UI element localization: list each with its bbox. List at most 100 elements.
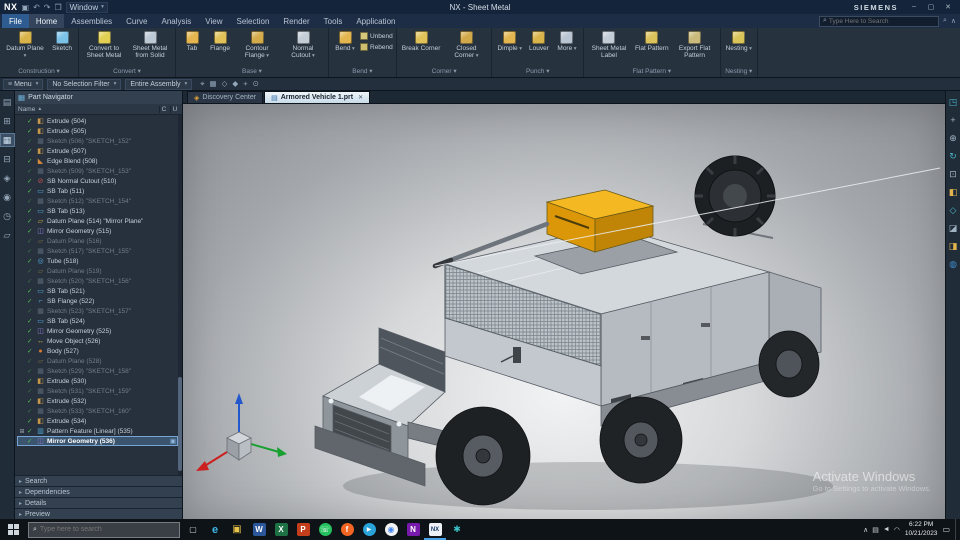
feature-check-icon[interactable]: ✓ [27, 417, 34, 425]
wcs-triad[interactable] [196, 393, 287, 471]
feature-check-icon[interactable]: ✓ [27, 287, 34, 295]
graphics-viewport[interactable]: Activate Windows Go to Settings to activ… [183, 104, 945, 519]
tree-item-edge-blend-508[interactable]: ✓ ◣ Edge Blend (508) [17, 156, 178, 166]
midpoint-snap-icon[interactable]: ◆ [232, 79, 238, 89]
menu-tab-view[interactable]: View [198, 14, 229, 28]
taskbar-search[interactable]: ⌕ [28, 521, 180, 538]
tree-item-sketch-533-sketch-160[interactable]: ✓ ▦ Sketch (533) "SKETCH_160" [17, 406, 178, 416]
tree-item-mirror-geometry-525[interactable]: ✓ ◫ Mirror Geometry (525) [17, 326, 178, 336]
tree-item-sb-tab-521[interactable]: ✓ ▭ SB Tab (521) [17, 286, 178, 296]
ribbon-group-label-flat-pattern[interactable]: Flat Pattern ▾ [587, 66, 717, 77]
rotate-view-icon[interactable]: ↻ [947, 150, 960, 162]
feature-check-icon[interactable]: ✓ [27, 207, 34, 215]
ribbon-group-label-punch[interactable]: Punch ▾ [495, 66, 580, 77]
nx-icon[interactable]: NX [424, 519, 446, 540]
feature-check-icon[interactable]: ✓ [27, 307, 34, 315]
menu-tab-tools[interactable]: Tools [317, 14, 350, 28]
section-search[interactable]: ▸ Search [15, 475, 182, 486]
whatsapp-icon[interactable]: ☏ [314, 519, 336, 540]
telegram-icon[interactable]: ▶ [358, 519, 380, 540]
history-icon[interactable]: ◷ [1, 210, 14, 222]
feature-check-icon[interactable]: ✓ [27, 137, 34, 145]
feature-check-icon[interactable]: ✓ [27, 237, 34, 245]
normal-cutout-button[interactable]: Normal Cutout ▾ [281, 30, 325, 61]
feature-check-icon[interactable]: ✓ [27, 157, 34, 165]
menu-tab-selection[interactable]: Selection [229, 14, 276, 28]
tree-item-sketch-523-sketch-157[interactable]: ✓ ▦ Sketch (523) "SKETCH_157" [17, 306, 178, 316]
process-studio-icon[interactable]: ▱ [1, 229, 14, 241]
closed-corner-button[interactable]: Closed Corner ▾ [444, 30, 488, 61]
feature-check-icon[interactable]: ✓ [27, 347, 34, 355]
feature-check-icon[interactable]: ✓ [27, 257, 34, 265]
feature-check-icon[interactable]: ✓ [27, 117, 34, 125]
tree-item-extrude-505[interactable]: ✓ ◧ Extrude (505) [17, 126, 178, 136]
tree-item-mirror-geometry-515[interactable]: ✓ ◫ Mirror Geometry (515) [17, 226, 178, 236]
section-preview[interactable]: ▸ Preview [15, 508, 182, 519]
render-style-icon[interactable]: ◍ [947, 258, 960, 270]
flange-button[interactable]: Flange [207, 30, 233, 53]
contour-flange-button[interactable]: Contour Flange ▾ [235, 30, 279, 61]
feature-check-icon[interactable]: ✓ [27, 277, 34, 285]
menu-tab-application[interactable]: Application [349, 14, 402, 28]
menu-button[interactable]: ≡ Menu ▾ [3, 78, 44, 90]
tree-item-datum-plane-514-mirror-plane[interactable]: ✓ ▱ Datum Plane (514) "Mirror Plane" [17, 216, 178, 226]
tree-item-sketch-512-sketch-154[interactable]: ✓ ▦ Sketch (512) "SKETCH_154" [17, 196, 178, 206]
doc-tab-armored-vehicle-1-prt[interactable]: ▤ Armored Vehicle 1.prt ✕ [264, 91, 371, 103]
endpoint-snap-icon[interactable]: ◇ [222, 79, 228, 89]
datum-plane-button[interactable]: Datum Plane ▾ [3, 30, 47, 61]
assembly-navigator-icon[interactable]: ▤ [1, 96, 14, 108]
onenote-icon[interactable]: N [402, 519, 424, 540]
tree-item-mirror-geometry-536[interactable]: ✓ ◫ Mirror Geometry (536) ▣ [17, 436, 178, 446]
feature-check-icon[interactable]: ✓ [27, 247, 34, 255]
tree-item-datum-plane-528[interactable]: ✓ ▱ Datum Plane (528) [17, 356, 178, 366]
expand-icon[interactable]: ⊞ [19, 428, 25, 435]
menu-tab-file[interactable]: File [2, 14, 29, 28]
taskbar-clock[interactable]: 6:22 PM 10/21/2023 [905, 521, 938, 537]
center-snap-icon[interactable]: ⊙ [253, 79, 259, 89]
window-switch-icon[interactable]: ❒ [54, 3, 61, 12]
constraint-navigator-icon[interactable]: ⊞ [1, 115, 14, 127]
feature-check-icon[interactable]: ✓ [27, 377, 34, 385]
tree-item-sketch-509-sketch-153[interactable]: ✓ ▦ Sketch (509) "SKETCH_153" [17, 166, 178, 176]
menu-tab-assemblies[interactable]: Assemblies [64, 14, 119, 28]
louver-button[interactable]: Louver [526, 30, 552, 53]
grid-snap-icon[interactable]: ▦ [210, 79, 217, 89]
hd3d-tools-icon[interactable]: ◈ [1, 172, 14, 184]
menu-tab-render[interactable]: Render [276, 14, 316, 28]
tree-item-extrude-532[interactable]: ✓ ◧ Extrude (532) [17, 396, 178, 406]
wireframe-view-icon[interactable]: ◇ [947, 204, 960, 216]
excel-icon[interactable]: X [270, 519, 292, 540]
feature-check-icon[interactable]: ✓ [27, 317, 34, 325]
display-icon[interactable]: ▤ [872, 526, 879, 534]
fit-view-icon[interactable]: ⊡ [947, 168, 960, 180]
feature-check-icon[interactable]: ✓ [27, 327, 34, 335]
save-icon[interactable]: ▣ [22, 3, 30, 12]
convert-to-sheet-metal-button[interactable]: Convert to Sheet Metal [82, 30, 126, 61]
tree-item-move-object-526[interactable]: ✓ ↔ Move Object (526) [17, 336, 178, 346]
menu-tab-home[interactable]: Home [28, 14, 65, 28]
intersection-snap-icon[interactable]: + [243, 79, 247, 89]
tree-item-tube-518[interactable]: ✓ ◎ Tube (518) [17, 256, 178, 266]
tree-item-extrude-504[interactable]: ✓ ◧ Extrude (504) [17, 116, 178, 126]
tree-item-sketch-529-sketch-158[interactable]: ✓ ▦ Sketch (529) "SKETCH_158" [17, 366, 178, 376]
tree-item-sb-tab-513[interactable]: ✓ ▭ SB Tab (513) [17, 206, 178, 216]
feature-check-icon[interactable]: ✓ [27, 267, 34, 275]
undo-icon[interactable]: ↶ [33, 3, 40, 12]
ribbon-group-label-construction[interactable]: Construction ▾ [3, 66, 75, 77]
flat-pattern-button[interactable]: Flat Pattern [633, 30, 671, 53]
edge-icon[interactable]: e [204, 519, 226, 540]
zoom-view-icon[interactable]: ⊕ [947, 132, 960, 144]
tree-item-sketch-517-sketch-155[interactable]: ✓ ▦ Sketch (517) "SKETCH_155" [17, 246, 178, 256]
tree-item-body-527[interactable]: ✓ ● Body (527) [17, 346, 178, 356]
feature-check-icon[interactable]: ✓ [27, 147, 34, 155]
feature-check-icon[interactable]: ✓ [27, 227, 34, 235]
command-finder-icon[interactable]: ⌕ [943, 17, 947, 25]
section-details[interactable]: ▸ Details [15, 497, 182, 508]
selection-filter-dropdown[interactable]: No Selection Filter ▾ [47, 78, 122, 90]
view-cube-icon[interactable]: ◳ [947, 96, 960, 108]
ribbon-group-label-corner[interactable]: Corner ▾ [400, 66, 489, 77]
tree-item-datum-plane-519[interactable]: ✓ ▱ Datum Plane (519) [17, 266, 178, 276]
sheet-metal-from-solid-button[interactable]: Sheet Metal from Solid [128, 30, 172, 61]
feature-check-icon[interactable]: ✓ [27, 197, 34, 205]
tree-column-header[interactable]: Name ▲ C U [15, 104, 182, 115]
